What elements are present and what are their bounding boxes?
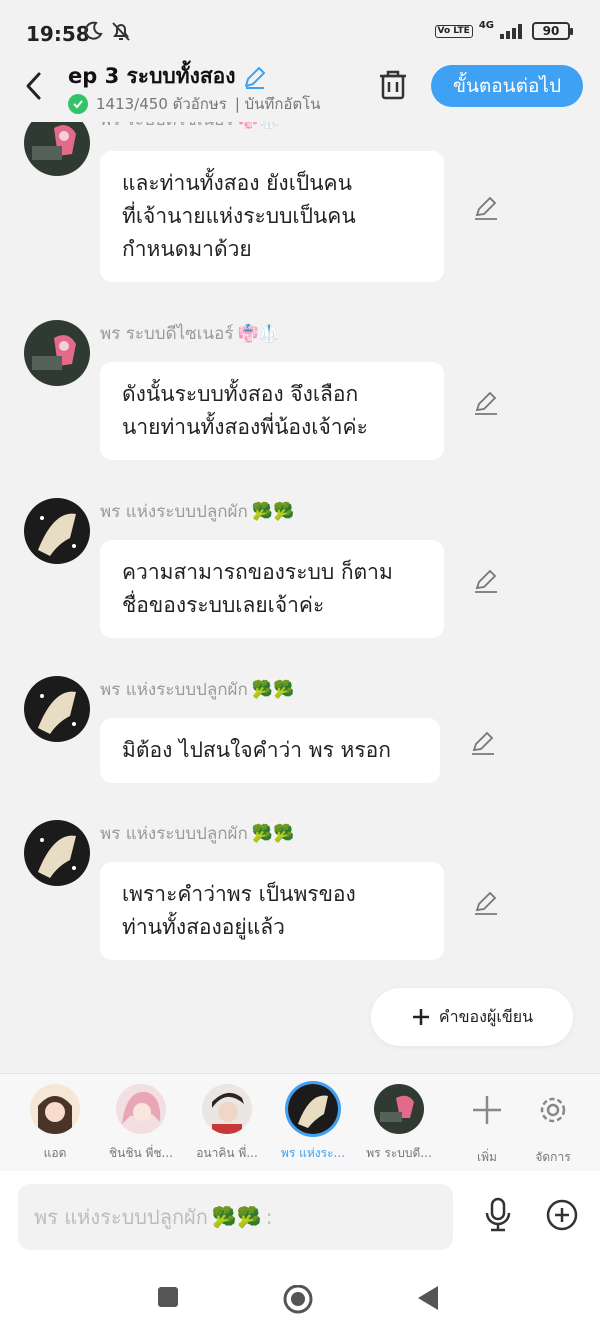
autosave-label: | บันทึกอัตโน <box>234 95 321 113</box>
author-note-label: คำของผู้เขียน <box>438 1006 534 1026</box>
add-circle-icon[interactable] <box>545 1198 579 1232</box>
network-type: 4G <box>478 19 494 31</box>
episode-title-text: ep 3 ระบบทั้งสอง <box>68 64 236 88</box>
system-nav-bar <box>0 1261 600 1333</box>
edit-icon[interactable] <box>473 890 499 916</box>
edit-icon[interactable] <box>473 195 499 221</box>
back-arrow-icon[interactable] <box>20 68 48 104</box>
edit-icon[interactable] <box>473 568 499 594</box>
pencil-icon[interactable] <box>242 64 268 90</box>
recents-icon[interactable] <box>156 1285 180 1309</box>
edit-icon[interactable] <box>473 390 499 416</box>
sender-name: พร ระบบดีไซเนอร์👘🥼 <box>100 122 280 133</box>
save-status: 1413/450 ตัวอักษร | บันทึกอัตโน <box>68 92 320 116</box>
farm-avatar[interactable] <box>24 498 90 564</box>
author-note-button[interactable]: คำของผู้เขียน <box>371 988 573 1046</box>
character-item[interactable]: ชินชิน พี่ช... <box>96 1084 186 1163</box>
message-bubble[interactable]: ความสามารถของระบบ ก็ตาม ชื่อของระบบเลยเจ… <box>100 540 444 638</box>
pink-hair-avatar <box>116 1084 166 1134</box>
sender-name: พร แห่งระบบปลูกผัก 🥦🥦 <box>100 823 295 845</box>
boy-avatar <box>202 1084 252 1134</box>
volte-icon: Vo LTE <box>434 24 473 38</box>
plus-icon <box>412 1009 429 1025</box>
editor-header: ep 3 ระบบทั้งสอง 1413/450 ตัวอักษร | บัน… <box>0 56 600 122</box>
moon-icon <box>84 21 103 40</box>
designer-avatar[interactable] <box>24 122 90 176</box>
input-bar: พร แห่งระบบปลูกผัก 🥦🥦 : <box>0 1171 600 1261</box>
edit-icon[interactable] <box>470 730 496 756</box>
status-time: 19:58 <box>26 22 90 46</box>
character-bar: แอด ชินชิน พี่ช... อนาคิน พี่... พร แห่ง… <box>0 1073 600 1171</box>
gear-icon <box>540 1097 566 1123</box>
message-bubble[interactable]: เพราะคำว่าพร เป็นพรของ ท่านทั้งสองอยู่แล… <box>100 862 444 960</box>
signal-icon <box>500 24 522 39</box>
character-item-active[interactable]: พร แห่งระ... <box>268 1084 358 1163</box>
manage-characters-button[interactable]: จัดการ <box>508 1084 598 1167</box>
girl-avatar <box>30 1084 80 1134</box>
bell-off-icon <box>112 22 130 41</box>
message-bubble[interactable]: ดังนั้นระบบทั้งสอง จึงเลือก นายท่านทั้งส… <box>100 362 444 460</box>
sender-name: พร แห่งระบบปลูกผัก 🥦🥦 <box>100 501 295 523</box>
status-bar: 19:58 Vo LTE 4G 90 <box>0 0 600 64</box>
check-icon <box>68 94 88 114</box>
home-icon[interactable] <box>282 1285 314 1317</box>
message-input[interactable]: พร แห่งระบบปลูกผัก 🥦🥦 : <box>18 1184 453 1250</box>
chat-list[interactable]: พร ระบบดีไซเนอร์👘🥼 และท่านทั้งสอง ยังเป็… <box>0 122 600 1072</box>
designer-avatar <box>374 1084 424 1134</box>
back-nav-icon[interactable] <box>416 1285 440 1311</box>
farm-avatar <box>288 1084 338 1134</box>
sender-name: พร ระบบดีไซเนอร์👘🥼 <box>100 323 280 345</box>
message-bubble[interactable]: มิต้อง ไปสนใจคำว่า พร หรอก <box>100 718 440 783</box>
designer-avatar[interactable] <box>24 320 90 386</box>
plus-icon <box>473 1096 501 1124</box>
sender-name: พร แห่งระบบปลูกผัก 🥦🥦 <box>100 679 295 701</box>
message-bubble[interactable]: และท่านทั้งสอง ยังเป็นคน ที่เจ้านายแห่งร… <box>100 151 444 282</box>
battery-indicator: 90 <box>532 22 573 40</box>
farm-avatar[interactable] <box>24 820 90 886</box>
episode-title[interactable]: ep 3 ระบบทั้งสอง <box>68 60 268 93</box>
microphone-icon[interactable] <box>482 1197 514 1233</box>
character-item[interactable]: อนาคิน พี่... <box>182 1084 272 1163</box>
character-item[interactable]: พร ระบบดี... <box>354 1084 444 1163</box>
character-item[interactable]: แอด <box>10 1084 100 1163</box>
character-count: 1413/450 ตัวอักษร <box>96 95 227 113</box>
farm-avatar[interactable] <box>24 676 90 742</box>
trash-icon[interactable] <box>376 68 410 102</box>
next-step-button[interactable]: ขั้นตอนต่อไป <box>431 65 583 107</box>
